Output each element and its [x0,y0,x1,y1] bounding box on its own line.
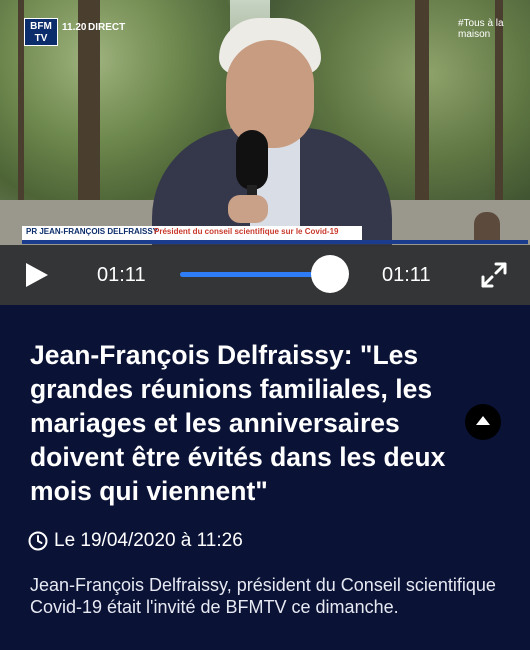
play-icon [26,263,48,287]
fullscreen-button[interactable] [480,261,508,289]
player-controls: 01:11 01:11 [0,245,530,305]
hashtag-label: #Tous à la maison [458,18,504,40]
lower-third-name: PR JEAN-FRANÇOIS DELFRAISSY [26,227,159,236]
lower-third-bar [22,240,528,244]
duration-time: 01:11 [382,264,431,286]
play-button[interactable] [22,261,50,289]
collapse-button[interactable] [465,404,501,440]
lower-third: PR JEAN-FRANÇOIS DELFRAISSY Président du… [22,226,362,240]
publish-date-text: Le 19/04/2020 à 11:26 [54,530,243,551]
article-summary: Jean-François Delfraissy, président du C… [30,575,496,617]
seek-bar[interactable] [180,272,330,277]
live-label: DIRECT [88,22,126,33]
current-time: 01:11 [97,264,146,286]
expand-icon [481,262,507,288]
seek-thumb[interactable] [311,255,349,293]
clock-icon [28,531,48,551]
video-player[interactable]: BFM TV 11.20 DIRECT #Tous à la maison PR… [0,0,530,305]
chevron-up-icon [476,416,490,425]
inset-thumbnail [474,212,500,242]
article-headline: Jean-François Delfraissy: "Les grandes r… [30,340,446,506]
seek-bar-fill [180,272,330,277]
channel-logo: BFM TV [24,18,58,46]
lower-third-role: Président du conseil scientifique sur le… [154,227,339,236]
live-time: 11.20 [62,22,87,33]
